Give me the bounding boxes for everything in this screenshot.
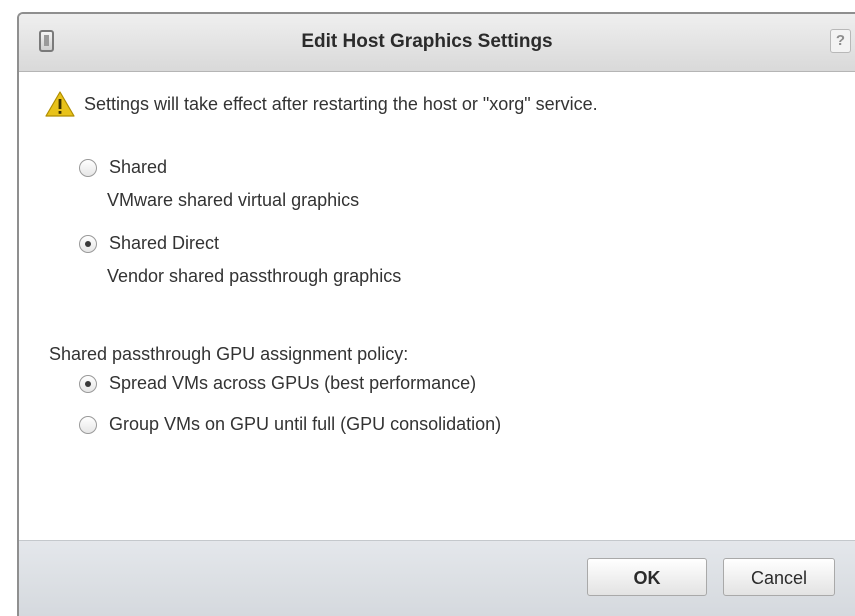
radio-shared-direct-label: Shared Direct [109, 233, 220, 253]
shared-direct-description: Vendor shared passthrough graphics [107, 266, 402, 286]
ok-button[interactable]: OK [587, 558, 707, 596]
radio-group-vms-button[interactable] [79, 415, 97, 434]
radio-spread-vms-label: Spread VMs across GPUs (best performance… [109, 373, 477, 393]
warning-icon [45, 91, 75, 117]
help-icon[interactable]: ? [830, 29, 851, 53]
gpu-policy-label: Shared passthrough GPU assignment policy… [49, 344, 409, 364]
radio-spread-vms[interactable]: Spread VMs across GPUs (best performance… [79, 373, 476, 394]
shared-description: VMware shared virtual graphics [107, 190, 360, 210]
restart-warning: Settings will take effect after restarti… [45, 91, 598, 117]
radio-shared-label: Shared [109, 157, 168, 177]
radio-group-vms-label: Group VMs on GPU until full (GPU consoli… [109, 414, 502, 434]
dialog-footer: OK Cancel [19, 540, 855, 616]
radio-group-vms[interactable]: Group VMs on GPU until full (GPU consoli… [79, 414, 501, 435]
radio-shared-button[interactable] [79, 158, 97, 177]
edit-host-graphics-dialog: Edit Host Graphics Settings ? Settings w… [17, 12, 855, 616]
radio-spread-vms-button[interactable] [79, 374, 97, 393]
radio-shared[interactable]: Shared [79, 157, 167, 178]
radio-shared-direct-button[interactable] [79, 234, 97, 253]
dialog-title-bar[interactable]: Edit Host Graphics Settings ? [19, 14, 855, 72]
warning-text: Settings will take effect after restarti… [84, 93, 598, 114]
dialog-title: Edit Host Graphics Settings [301, 31, 553, 52]
radio-shared-direct[interactable]: Shared Direct [79, 233, 219, 254]
cancel-button[interactable]: Cancel [723, 558, 835, 596]
